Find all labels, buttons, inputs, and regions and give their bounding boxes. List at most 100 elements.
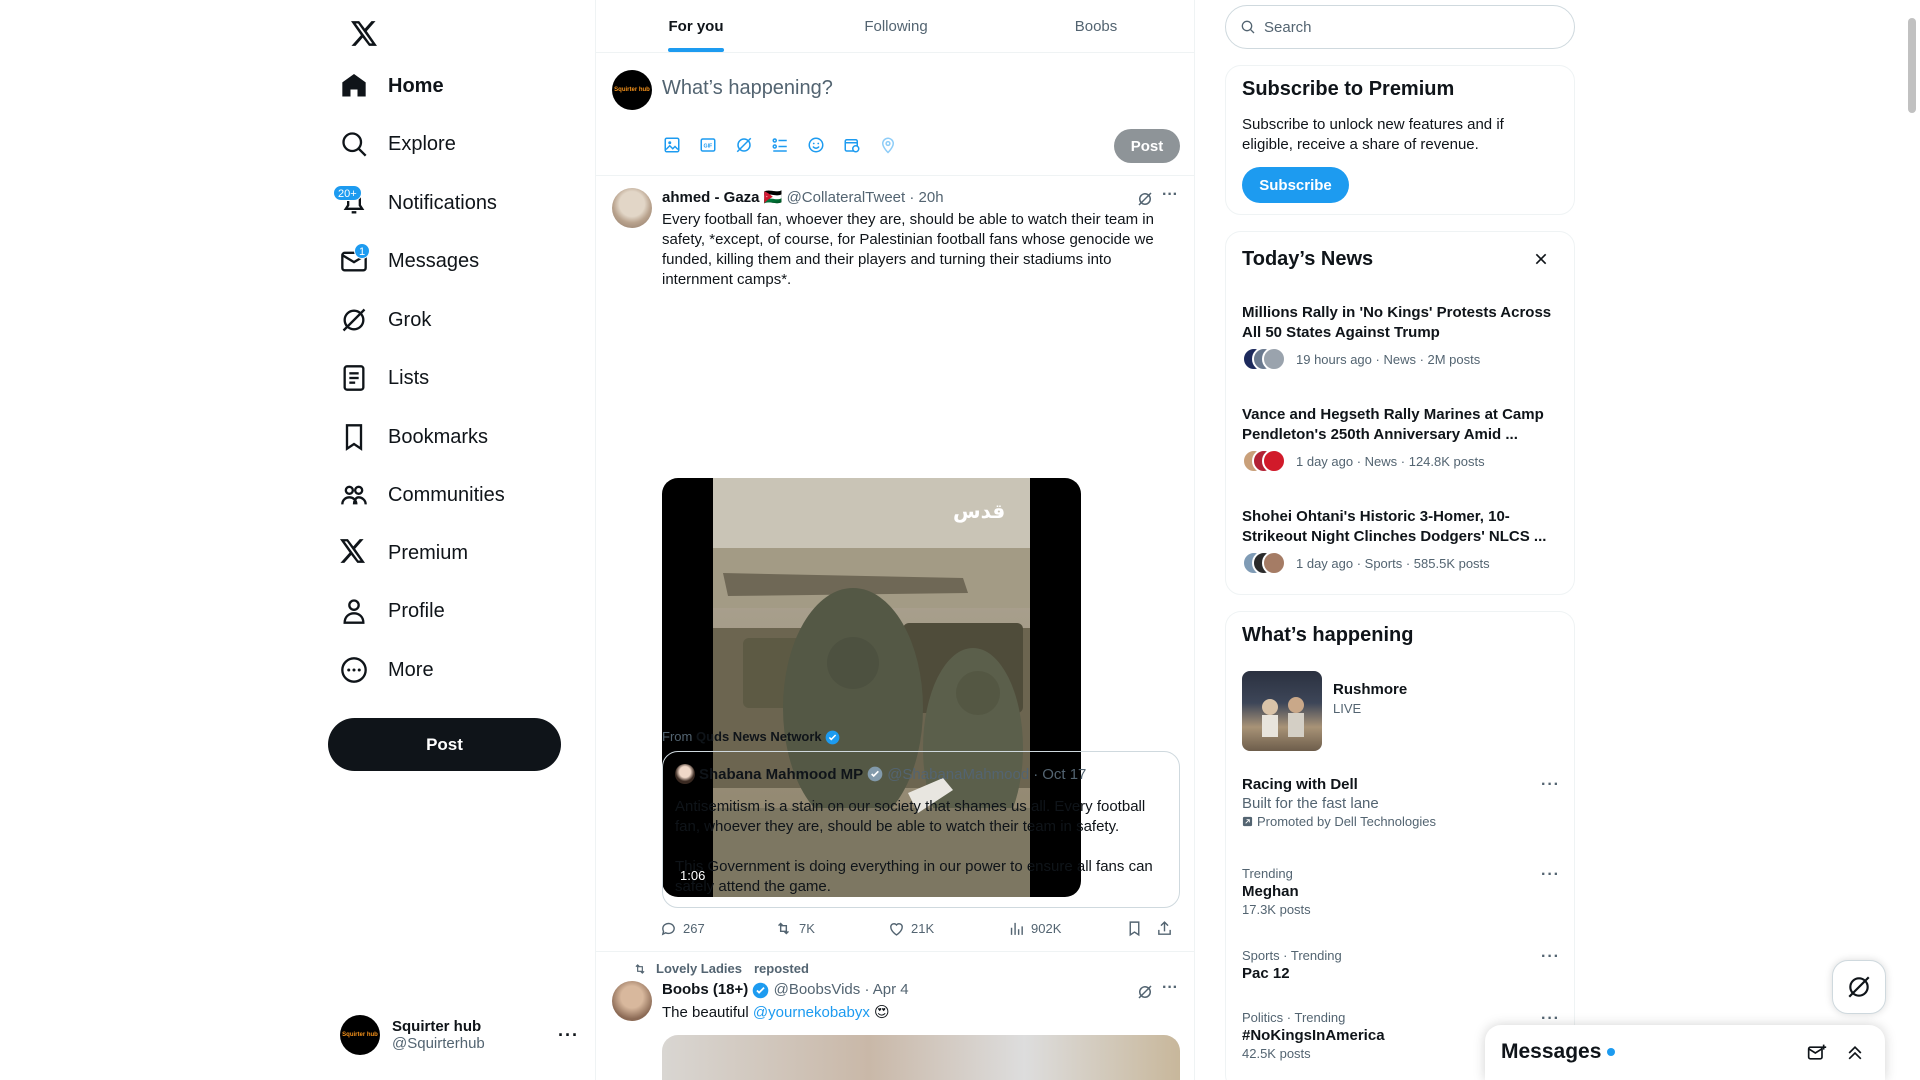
tweet-image[interactable] [662,1035,1180,1080]
happening-title: What’s happening [1242,624,1414,646]
search-input[interactable] [1264,18,1544,36]
premium-title: Subscribe to Premium [1242,78,1455,100]
more-icon[interactable]: ··· [1162,186,1178,204]
post-button[interactable]: Post [328,718,561,771]
account-switcher[interactable]: Squirter hub Squirter hub @Squirterhub ·… [328,1003,595,1067]
avatar-group [1242,551,1288,575]
reply-button[interactable]: 267 [660,920,705,937]
tweet[interactable]: Lovely Ladies reposted Boobs (18+) @Boob… [596,953,1194,1080]
emoji-icon[interactable] [806,135,826,155]
scrollbar[interactable] [1908,18,1916,113]
grok-icon[interactable] [1136,190,1154,208]
tweet-time[interactable]: Apr 4 [873,981,909,998]
compose-post-button[interactable]: Post [1114,129,1180,163]
avatar[interactable] [612,981,652,1021]
news-item[interactable]: Millions Rally in 'No Kings' Protests Ac… [1242,303,1560,371]
subscribe-button[interactable]: Subscribe [1242,167,1349,203]
trend-item[interactable]: Sports · Trending Pac 12 ··· [1242,948,1560,982]
chevron-up-icon[interactable] [1845,1043,1865,1063]
nav-notifications[interactable]: 20+ Notifications [328,178,497,228]
repost-button[interactable]: 7K [774,920,815,937]
bookmark-icon [340,423,368,451]
close-icon[interactable] [1533,251,1549,267]
mention-link[interactable]: @yournekobabyx [753,1004,870,1021]
tweet-time[interactable]: 20h [919,189,944,206]
nav-home[interactable]: Home [328,61,444,111]
views-button[interactable]: 902K [1008,920,1061,937]
nav-profile[interactable]: Profile [328,586,445,636]
news-item[interactable]: Shohei Ohtani's Historic 3-Homer, 10-Str… [1242,507,1560,575]
more-icon[interactable]: ··· [1541,948,1560,966]
location-icon[interactable] [878,135,898,155]
tab-boobs[interactable]: Boobs [996,0,1194,52]
live-item[interactable]: Rushmore LIVE [1242,671,1560,751]
share-button[interactable] [1156,920,1173,937]
nav-premium[interactable]: Premium [328,528,468,578]
grok-button[interactable] [1832,960,1886,1014]
nav-more[interactable]: More [328,645,434,695]
new-message-icon[interactable] [1807,1043,1827,1063]
nav-lists[interactable]: Lists [328,353,429,403]
tab-following[interactable]: Following [796,0,996,52]
avatar-group [1242,347,1288,371]
reply-count: 267 [683,921,705,936]
grok-icon[interactable] [1136,983,1154,1001]
svg-text:GIF: GIF [704,144,714,150]
grok-icon[interactable] [734,135,754,155]
nav-communities[interactable]: Communities [328,470,505,520]
compose-input[interactable]: What’s happening? [662,77,833,100]
like-button[interactable]: 21K [888,920,934,937]
reply-icon [661,922,675,936]
bell-icon: 20+ [333,185,368,217]
quote-time: Oct 17 [1042,765,1087,783]
live-name: Rushmore [1333,681,1408,698]
search-bar[interactable] [1225,5,1575,49]
composer-toolbar: GIF [662,135,898,155]
news-card: Today’s News Millions Rally in 'No Kings… [1225,231,1575,595]
video-source-name[interactable]: Quds News Network [696,729,822,744]
main-timeline: For you Following Boobs Squirter hub Wha… [595,0,1195,1080]
image-icon[interactable] [662,135,682,155]
tweet-header: ahmed - Gaza 🇯🇴 @CollateralTweet · 20h [662,189,944,206]
more-icon[interactable]: ··· [1162,979,1178,997]
promoted-trend[interactable]: Racing with Dell Built for the fast lane… [1242,776,1560,829]
video-watermark: قدس [953,499,1005,523]
tab-for-you[interactable]: For you [596,0,796,52]
repost-icon [635,963,645,974]
news-item[interactable]: Vance and Hegseth Rally Marines at Camp … [1242,405,1560,473]
gif-icon[interactable]: GIF [698,135,718,155]
live-status: LIVE [1333,701,1362,716]
trend-item[interactable]: Trending Meghan 17.3K posts ··· [1242,866,1560,917]
nav-explore[interactable]: Explore [328,119,456,169]
more-icon[interactable]: ··· [1541,776,1560,794]
mail-icon: 1 [340,243,371,275]
quote-paragraph: This Government is doing everything in o… [675,858,1153,895]
avatar[interactable] [612,188,652,228]
nav-messages[interactable]: 1 Messages [328,236,479,286]
author-name[interactable]: ahmed - Gaza [662,189,760,206]
share-icon [1158,921,1171,935]
nav-grok[interactable]: Grok [328,295,431,345]
premium-card: Subscribe to Premium Subscribe to unlock… [1225,65,1575,215]
flag-icon: 🇯🇴 [763,189,783,206]
nav-bookmarks[interactable]: Bookmarks [328,412,488,462]
heart-icon [890,923,903,936]
author-handle[interactable]: @BoobsVids [774,981,861,998]
tweet-text: Every football fan, whoever they are, sh… [662,211,1154,288]
poll-icon[interactable] [770,135,790,155]
quote-author-handle: @ShabanaMahmood [887,765,1030,783]
schedule-icon[interactable] [842,135,862,155]
quoted-tweet[interactable]: Shabana Mahmood MP @ShabanaMahmood · Oct… [662,751,1180,908]
reposter-name[interactable]: Lovely Ladies [656,961,742,976]
tweet-header: Boobs (18+) @BoobsVids · Apr 4 [662,981,909,998]
messages-drawer[interactable]: Messages [1485,1025,1885,1080]
tweet-text: The beautiful @yournekobabyx 😍 [662,1003,1180,1023]
more-icon[interactable]: ··· [558,1025,579,1046]
x-logo-icon[interactable] [339,8,389,58]
promo-tagline: Built for the fast lane [1242,795,1379,812]
tweet[interactable]: ahmed - Gaza 🇯🇴 @CollateralTweet · 20h ·… [596,176,1194,952]
more-icon[interactable]: ··· [1541,866,1560,884]
author-handle[interactable]: @CollateralTweet [787,189,906,206]
author-name[interactable]: Boobs (18+) [662,981,748,998]
bookmark-button[interactable] [1126,920,1143,937]
